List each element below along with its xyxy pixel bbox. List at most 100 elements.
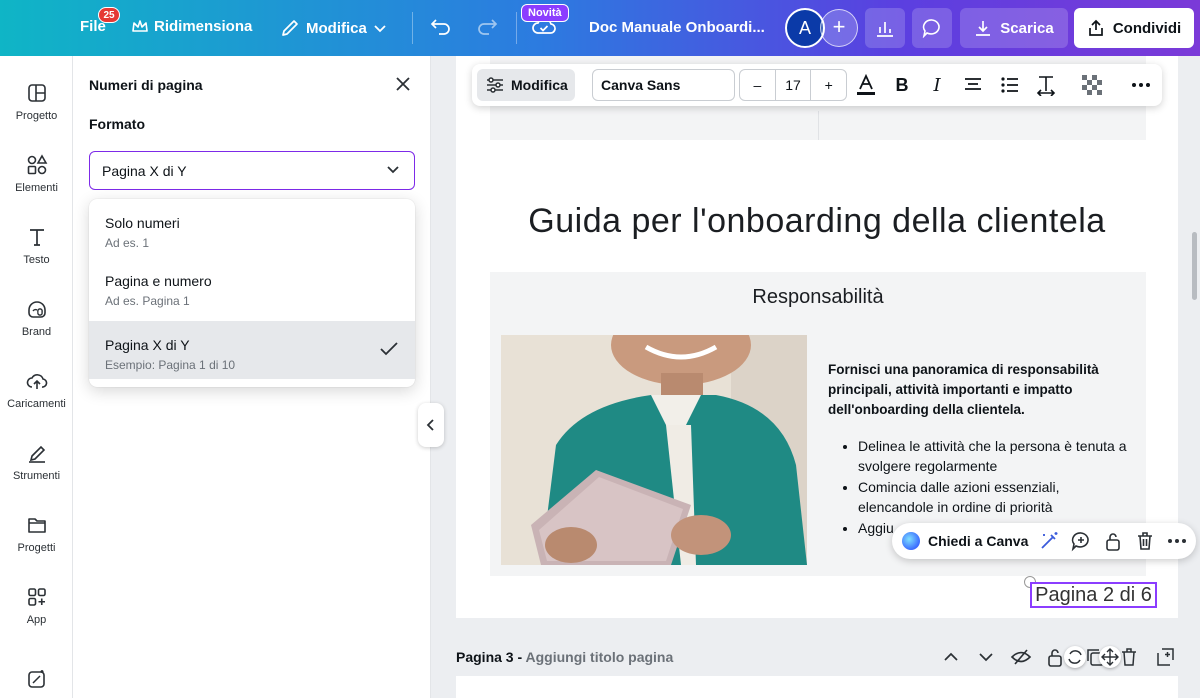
rail-item-projects[interactable]: Progetti (0, 514, 73, 554)
divider (516, 12, 517, 44)
more-icon (1132, 83, 1150, 87)
option-example: Ad es. 1 (105, 236, 150, 250)
option-page-x-of-y[interactable]: Pagina X di Y Esempio: Pagina 1 di 10 (89, 321, 415, 379)
rail-item-text[interactable]: Testo (0, 226, 73, 266)
person-with-tablet-photo[interactable] (501, 335, 807, 565)
add-page-icon[interactable] (1154, 646, 1176, 668)
option-title: Pagina e numero (105, 273, 212, 289)
avatar[interactable]: A (785, 8, 825, 48)
font-size-value[interactable]: 17 (774, 70, 812, 100)
vertical-scrollbar[interactable] (1192, 232, 1197, 300)
chevron-down-icon[interactable] (975, 646, 997, 668)
rail-item-project[interactable]: Progetto (0, 82, 73, 122)
text-color-button[interactable] (854, 73, 878, 97)
more-icon[interactable] (1166, 530, 1188, 552)
invite-button[interactable]: + (820, 9, 858, 47)
magic-wand-icon[interactable] (1038, 530, 1060, 552)
rail-label: Progetti (17, 542, 56, 554)
hide-page-icon[interactable] (1010, 646, 1032, 668)
trash-icon[interactable] (1134, 530, 1156, 552)
lock-page-icon[interactable] (1044, 646, 1066, 668)
add-page-title[interactable]: Aggiungi titolo pagina (526, 649, 674, 665)
resize-label: Ridimensiona (154, 18, 253, 35)
pencil-icon (282, 20, 298, 36)
divider (818, 111, 819, 140)
transparency-icon[interactable] (1080, 73, 1104, 97)
align-center-icon[interactable] (961, 73, 985, 97)
chevron-left-icon (426, 419, 434, 431)
align-icon (965, 78, 981, 90)
section-intro: Fornisci una panoramica di responsabilit… (828, 362, 1099, 417)
redo-icon (478, 19, 498, 35)
rail-item-brand[interactable]: Brand (0, 298, 73, 338)
rail-label: Testo (23, 254, 50, 266)
rail-item-uploads[interactable]: Caricamenti (0, 370, 73, 410)
close-icon[interactable] (393, 74, 413, 94)
font-size-stepper[interactable]: – 17 + (739, 69, 847, 101)
edit-label: Modifica (306, 19, 367, 37)
decrease-size-button[interactable]: – (740, 77, 775, 93)
upload-cloud-icon (26, 374, 47, 389)
download-label: Scarica (1000, 19, 1054, 37)
italic-icon[interactable]: I (925, 73, 949, 97)
comment-icon (922, 19, 940, 38)
more-options-button[interactable] (1129, 73, 1153, 97)
page-3[interactable] (456, 676, 1178, 698)
page-label: Pagina 3 - (456, 649, 523, 665)
page-3-title[interactable]: Pagina 3 - Aggiungi titolo pagina (456, 649, 673, 665)
redo-button[interactable] (476, 16, 498, 36)
bullet-list-icon[interactable] (998, 73, 1022, 97)
bar-chart-icon (877, 22, 893, 37)
notification-badge: 25 (98, 7, 120, 23)
bold-icon[interactable]: B (890, 73, 914, 97)
rail-item-magic[interactable] (0, 668, 73, 696)
ask-canva-button[interactable]: Chiedi a Canva (928, 533, 1028, 549)
option-page-and-number[interactable]: Pagina e numero Ad es. Pagina 1 (89, 257, 415, 315)
option-title: Solo numeri (105, 215, 180, 231)
delete-page-icon[interactable] (1118, 646, 1140, 668)
section-body[interactable]: Fornisci una panoramica di responsabilit… (828, 360, 1138, 539)
option-example: Ad es. Pagina 1 (105, 294, 190, 308)
format-dropdown: Solo numeri Ad es. 1 Pagina e numero Ad … (89, 199, 415, 387)
menu-icon[interactable] (28, 18, 46, 38)
apps-icon (27, 588, 46, 606)
rail-item-apps[interactable]: App (0, 586, 73, 626)
rail-label: Brand (21, 326, 52, 338)
rail-item-tools[interactable]: Strumenti (0, 442, 73, 482)
text-format-toolbar: Modifica Canva Sans – 17 + B I (472, 64, 1162, 106)
edit-mode-button[interactable]: Modifica (280, 18, 387, 38)
photo-illustration (501, 335, 807, 565)
page-number-element[interactable]: Pagina 2 di 6 (1030, 582, 1157, 608)
rotate-icon[interactable] (1064, 646, 1086, 668)
collapse-panel-button[interactable] (418, 403, 444, 447)
document-title[interactable]: Doc Manuale Onboardi... (589, 19, 765, 36)
increase-size-button[interactable]: + (811, 77, 846, 93)
element-quick-actions: Chiedi a Canva (892, 523, 1196, 559)
download-button[interactable]: Scarica (960, 8, 1068, 48)
document-heading[interactable]: Guida per l'onboarding della clientela (456, 202, 1178, 241)
chevron-up-icon[interactable] (940, 646, 962, 668)
font-family-select[interactable]: Canva Sans (592, 69, 735, 101)
edit-effects-button[interactable]: Modifica (477, 69, 575, 101)
new-badge: Novità (521, 4, 569, 22)
option-example: Esempio: Pagina 1 di 10 (105, 358, 236, 372)
option-numbers-only[interactable]: Solo numeri Ad es. 1 (89, 199, 415, 257)
select-value: Pagina X di Y (102, 162, 187, 179)
page-3-header: Pagina 3 - Aggiungi titolo pagina (456, 640, 1178, 670)
list-icon (1001, 77, 1018, 93)
option-title: Pagina X di Y (105, 337, 190, 353)
resize-button[interactable]: Ridimensiona (132, 18, 252, 35)
rail-item-elements[interactable]: Elementi (0, 154, 73, 194)
line-spacing-icon (1036, 76, 1056, 96)
spacing-icon[interactable] (1034, 73, 1058, 97)
insights-button[interactable] (865, 8, 905, 48)
section-title[interactable]: Responsabilità (490, 286, 1146, 309)
comments-button[interactable] (912, 8, 952, 48)
checker-icon (1082, 75, 1102, 95)
add-comment-icon[interactable] (1070, 530, 1092, 552)
share-button[interactable]: Condividi (1074, 8, 1194, 48)
format-select[interactable]: Pagina X di Y (89, 151, 415, 190)
lock-icon[interactable] (1102, 530, 1124, 552)
rail-label: Strumenti (12, 470, 61, 482)
undo-button[interactable] (430, 16, 452, 36)
